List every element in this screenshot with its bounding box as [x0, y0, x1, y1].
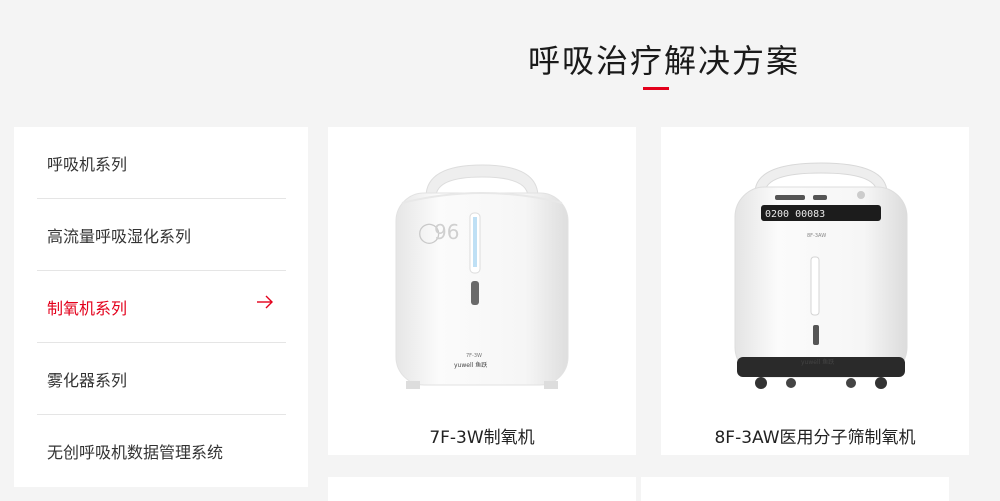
device-display-text: 96: [434, 220, 459, 244]
sidebar-item-data-management[interactable]: 无创呼吸机数据管理系统: [37, 415, 286, 487]
product-name[interactable]: 7F-3W制氧机: [328, 423, 636, 448]
sidebar-item-label: 高流量呼吸湿化系列: [47, 227, 192, 246]
product-card-partial[interactable]: [328, 477, 636, 501]
sidebar-item-label: 制氧机系列: [47, 299, 128, 318]
sidebar-item-label: 呼吸机系列: [47, 155, 128, 174]
sidebar-item-ventilator[interactable]: 呼吸机系列: [37, 127, 286, 199]
oxygen-concentrator-8f-3aw-image: 0200 00083 8F-3AW yuwell 鱼跃: [734, 162, 908, 389]
category-sidebar: 呼吸机系列 高流量呼吸湿化系列 制氧机系列 雾化器系列 无创呼吸机数据管理系统: [14, 127, 308, 487]
arrow-right-icon: [257, 295, 273, 309]
product-card[interactable]: 0200 00083 8F-3AW yuwell 鱼跃 8F-3AW医用分子筛制…: [661, 127, 969, 455]
sidebar-item-label: 雾化器系列: [47, 371, 128, 390]
device-model-mark: 8F-3AW: [807, 233, 826, 239]
device-model-mark: 7F-3W: [466, 353, 482, 359]
sidebar-item-high-flow[interactable]: 高流量呼吸湿化系列: [37, 199, 286, 271]
device-display-text: 0200 00083: [765, 209, 825, 220]
product-name[interactable]: 8F-3AW医用分子筛制氧机: [661, 423, 969, 448]
page-title-text: 呼吸治疗解决方案: [528, 42, 801, 80]
device-brand-mark: yuwell 鱼跃: [801, 358, 834, 366]
sidebar-item-nebulizer[interactable]: 雾化器系列: [37, 343, 286, 415]
product-card-partial[interactable]: [641, 477, 949, 501]
title-underline: [643, 87, 669, 90]
product-card[interactable]: ◯ 96 7F-3W yuwell 鱼跃 7F-3W制氧机: [328, 127, 636, 455]
sidebar-item-oxygen-concentrator[interactable]: 制氧机系列: [37, 271, 286, 343]
oxygen-concentrator-7f-3w-image: ◯ 96 7F-3W yuwell 鱼跃: [395, 164, 569, 389]
sidebar-item-label: 无创呼吸机数据管理系统: [47, 443, 224, 462]
device-brand-mark: yuwell 鱼跃: [454, 361, 487, 369]
